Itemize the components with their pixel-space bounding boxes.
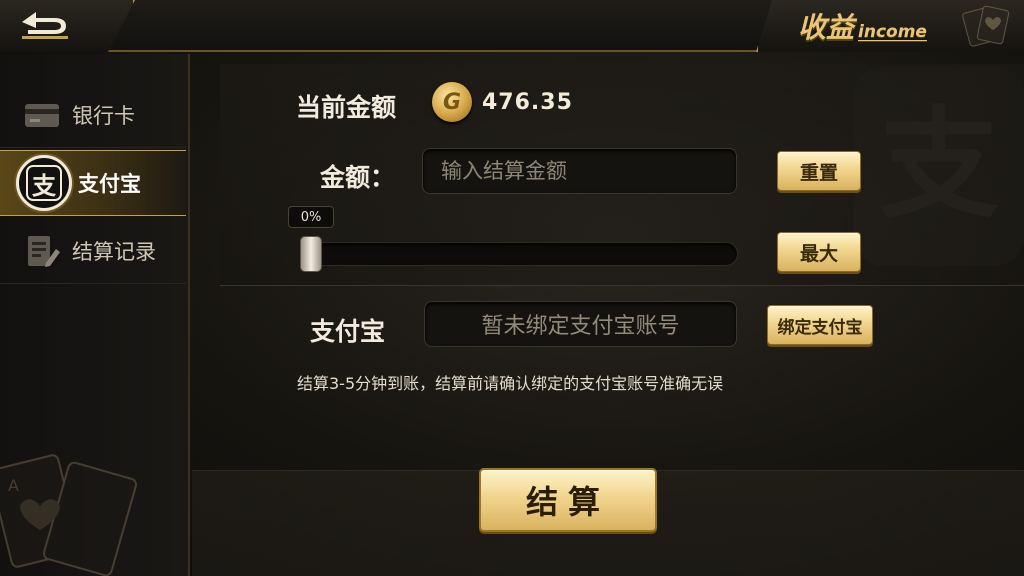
back-arrow-icon: [22, 12, 68, 39]
sidebar-item-label: 结算记录: [72, 239, 156, 264]
title-area: 收益 income: [756, 0, 1024, 52]
alipay-account-field: 暂未绑定支付宝账号: [424, 301, 737, 347]
main-content: 支 当前金额 G 476.35 金额： 重置 0% 最大 支付宝 暂未绑定支付宝…: [192, 54, 1024, 576]
reset-button[interactable]: 重置: [777, 151, 861, 191]
top-bar: 收益 income: [0, 0, 1024, 52]
amount-input[interactable]: [441, 159, 736, 183]
svg-text:A: A: [8, 476, 19, 495]
balance-value: 476.35: [482, 90, 573, 115]
playing-cards-icon: [962, 5, 1010, 47]
sidebar-item-label: 银行卡: [72, 103, 135, 128]
back-button[interactable]: [14, 8, 74, 42]
alipay-icon: 支: [16, 155, 72, 211]
bank-card-icon: [25, 103, 59, 127]
coin-icon: G: [432, 82, 472, 122]
amount-label: 金额：: [320, 163, 396, 192]
bind-alipay-button[interactable]: 绑定支付宝: [767, 305, 873, 345]
page-title-zh: 收益: [798, 11, 855, 44]
amount-input-box: [422, 148, 737, 194]
sidebar-item-label: 支付宝: [78, 172, 141, 196]
sidebar-item-alipay[interactable]: 支 支付宝: [0, 150, 186, 216]
sidebar-item-settlement-record[interactable]: 结算记录: [0, 218, 186, 284]
alipay-icon-glyph: 支: [26, 165, 62, 201]
balance-label: 当前金额: [296, 93, 397, 122]
record-edit-icon: [28, 235, 60, 267]
sidebar-item-bank-card[interactable]: 银行卡: [0, 82, 186, 148]
amount-slider[interactable]: [300, 242, 738, 266]
page-title: 收益 income: [798, 6, 927, 46]
settle-button[interactable]: 结算: [479, 468, 657, 532]
settlement-note: 结算3-5分钟到账，结算前请确认绑定的支付宝账号准确无误: [297, 374, 724, 393]
playing-cards-decoration: A: [0, 454, 138, 576]
back-area: [0, 0, 135, 52]
alipay-label: 支付宝: [310, 317, 386, 346]
slider-percent-label: 0%: [288, 206, 334, 228]
max-button[interactable]: 最大: [777, 232, 861, 272]
slider-thumb[interactable]: [300, 236, 322, 272]
sidebar: 银行卡 支 支付宝 结算记录 A: [0, 54, 190, 576]
page-title-en: income: [858, 22, 927, 42]
